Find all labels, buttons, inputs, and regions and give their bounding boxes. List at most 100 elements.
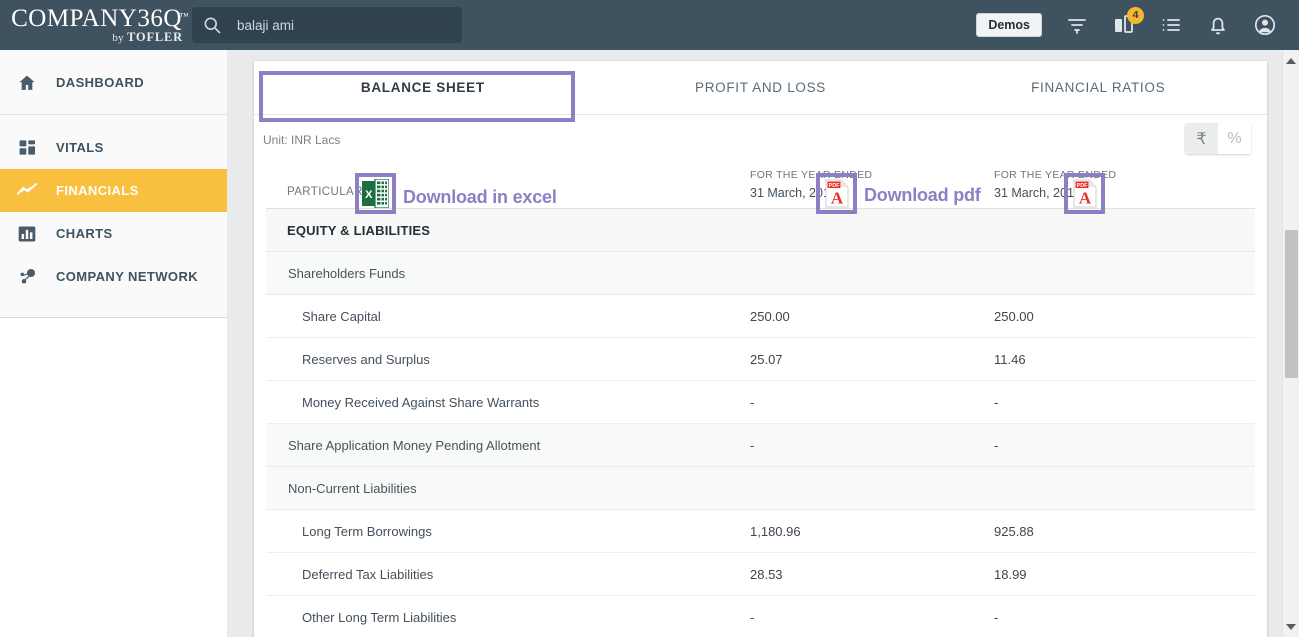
row-value-year-2: 250.00 [994,308,1034,324]
row-label: Other Long Term Liabilities [302,609,457,625]
svg-text:A: A [1078,189,1091,208]
grid-icon [16,137,38,159]
scroll-down-arrow-icon[interactable] [1283,618,1299,635]
tab-financial-ratios[interactable]: FINANCIAL RATIOS [929,61,1268,114]
balance-sheet-table-body: EQUITY & LIABILITIES Shareholders Funds Sh… [254,209,1267,637]
sidebar-item-label: COMPANY NETWORK [56,269,199,284]
sidebar-item-label: VITALS [56,140,104,155]
row-label: Reserves and Surplus [302,351,430,367]
row-value-year-1: - [750,437,755,453]
top-header-bar: COMPANY36Q™ by TOFLER balaji ami Demos [0,0,1299,50]
row-label: EQUITY & LIABILITIES [287,222,431,238]
row-value-year-2: 11.46 [994,351,1026,367]
table-row: Other Long Term Liabilities - - [266,596,1255,637]
account-icon[interactable] [1253,13,1277,37]
main-content-area: BALANCE SHEET PROFIT AND LOSS FINANCIAL … [227,50,1299,637]
notification-badge: 4 [1127,7,1144,24]
row-label: Shareholders Funds [288,265,406,281]
tab-balance-sheet[interactable]: BALANCE SHEET [254,61,592,114]
pdf-file-icon: PDF A [1073,179,1097,208]
row-value-year-1: 28.53 [750,566,783,582]
home-icon [16,72,38,94]
currency-toggle-button[interactable]: ₹ [1185,123,1218,154]
row-value-year-1: 25.07 [750,351,783,367]
column-header-sup: FOR THE YEAR ENDED [750,169,873,181]
download-excel-button[interactable]: X [360,178,391,209]
excel-file-icon: X [362,178,390,209]
row-value-year-2: - [994,394,999,410]
filter-icon[interactable] [1065,13,1089,37]
sidebar-divider [0,114,227,115]
row-value-year-2: - [994,437,999,453]
search-input-value: balaji ami [237,17,295,33]
bar-chart-icon [16,223,38,245]
row-value-year-1: - [750,609,755,625]
row-label: Money Received Against Share Warrants [302,394,540,410]
logo-by-text: by [112,32,128,44]
row-value-year-2: - [994,609,999,625]
row-value-year-2: 18.99 [994,566,1027,582]
network-icon [16,266,38,288]
table-row: Share Application Money Pending Allotmen… [266,424,1255,467]
row-label: Non-Current Liabilities [288,480,417,496]
row-value-year-2: 925.88 [994,523,1034,539]
row-label: Long Term Borrowings [302,523,432,539]
row-value-year-1: 250.00 [750,308,790,324]
row-label: Deferred Tax Liabilities [302,566,434,582]
table-header-row: PARTICULARS FOR THE YEAR ENDED 31 March,… [266,161,1255,209]
sidebar-item-dashboard[interactable]: DASHBOARD [0,61,227,104]
table-row: Shareholders Funds [266,252,1255,295]
demos-button[interactable]: Demos [976,13,1042,37]
logo-brand-text: TOFLER [127,30,183,44]
logo-subtitle: by TOFLER [112,31,183,44]
svg-text:X: X [365,189,373,201]
table-row: Share Capital 250.00 250.00 [266,295,1255,338]
percent-toggle-button[interactable]: % [1218,123,1251,154]
page-scrollbar[interactable] [1282,50,1299,637]
search-icon [202,15,222,35]
column-header-date: 31 March, 2019 [750,186,837,200]
row-label: Share Application Money Pending Allotmen… [288,437,541,453]
table-row: Non-Current Liabilities [266,467,1255,510]
row-value-year-1: - [750,394,755,410]
tab-profit-and-loss[interactable]: PROFIT AND LOSS [591,61,930,114]
download-pdf-button-year-2[interactable]: PDF A [1069,178,1100,209]
sidebar-nav: DASHBOARD VITALS FINANCIALS CHARTS COMPA… [0,50,227,318]
table-row: EQUITY & LIABILITIES [266,209,1255,252]
logo-company-text: COMPANY36Q [11,5,182,32]
sidebar-item-vitals[interactable]: VITALS [0,126,227,169]
unit-label: Unit: INR Lacs [263,133,341,147]
trend-line-icon [16,180,38,202]
list-icon[interactable] [1159,13,1183,37]
table-row: Deferred Tax Liabilities 28.53 18.99 [266,553,1255,596]
sidebar-item-financials[interactable]: FINANCIALS [0,169,227,212]
financials-card: BALANCE SHEET PROFIT AND LOSS FINANCIAL … [254,61,1268,637]
trademark-icon: ™ [179,11,189,21]
table-row: Long Term Borrowings 1,180.96 925.88 [266,510,1255,553]
column-header-year-1: FOR THE YEAR ENDED 31 March, 2019 [750,169,872,200]
logo-primary-text: COMPANY36Q ™ [11,5,188,32]
download-pdf-button-year-1[interactable]: PDF A [821,178,852,209]
table-row: Money Received Against Share Warrants - - [266,381,1255,424]
app-logo[interactable]: COMPANY36Q ™ by TOFLER [0,0,188,50]
scroll-up-arrow-icon[interactable] [1283,52,1299,69]
column-header-particulars: PARTICULARS [287,186,371,198]
search-input[interactable]: balaji ami [192,7,462,43]
unit-toolbar: Unit: INR Lacs ₹ % [254,115,1267,161]
header-actions: Demos 4 [976,7,1299,37]
svg-text:A: A [830,189,843,208]
table-row: Reserves and Surplus 25.07 11.46 [266,338,1255,381]
sidebar-item-label: FINANCIALS [56,183,139,198]
sidebar-item-charts[interactable]: CHARTS [0,212,227,255]
sidebar-item-company-network[interactable]: COMPANY NETWORK [0,255,227,298]
row-label: Share Capital [302,308,381,324]
financials-tabs: BALANCE SHEET PROFIT AND LOSS FINANCIAL … [254,61,1268,115]
value-format-toggle: ₹ % [1185,123,1251,154]
scrollbar-thumb[interactable] [1285,230,1298,378]
sidebar-item-label: DASHBOARD [56,75,145,90]
sidebar-item-label: CHARTS [56,226,113,241]
compare-icon[interactable]: 4 [1112,7,1144,37]
pdf-file-icon: PDF A [825,179,849,208]
bell-icon[interactable] [1206,13,1230,37]
row-value-year-1: 1,180.96 [750,523,801,539]
